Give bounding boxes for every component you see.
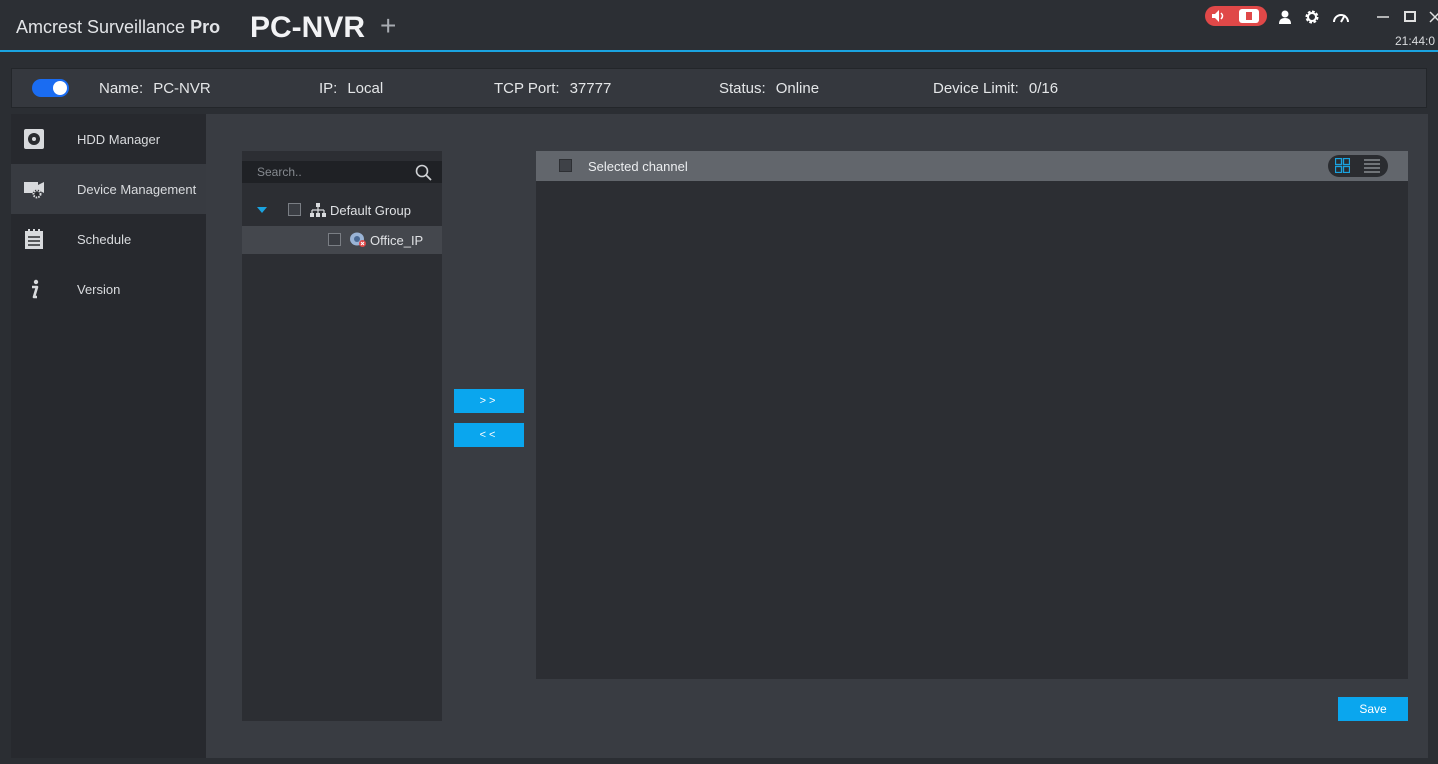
device-management-icon [24, 182, 44, 199]
device-tree-panel: Default Group Office_IP [242, 151, 442, 721]
add-tab-button[interactable]: + [380, 12, 396, 40]
selected-channel-label: Selected channel [588, 159, 688, 174]
clock: 21:44:0 [1395, 34, 1436, 48]
selected-channel-header: Selected channel [536, 151, 1408, 181]
sidebar-item-hdd-manager[interactable]: HDD Manager [11, 114, 206, 164]
search-icon[interactable] [415, 164, 432, 181]
add-channel-button[interactable]: >> [454, 389, 524, 413]
device-status: Status: Online [719, 80, 820, 97]
group-label: Default Group [330, 203, 411, 218]
app-brand: Amcrest Surveillance Pro [16, 17, 221, 37]
user-icon[interactable] [1276, 8, 1294, 26]
group-checkbox[interactable] [288, 203, 301, 216]
select-all-checkbox[interactable] [559, 159, 572, 172]
sidebar-item-schedule[interactable]: Schedule [11, 214, 206, 264]
search-box [242, 161, 442, 183]
device-checkbox[interactable] [328, 233, 341, 246]
device-limit: Device Limit: 0/16 [933, 80, 1059, 97]
device-offline-icon [350, 232, 366, 247]
main-content: Default Group Office_IP >> << Selected c… [206, 114, 1428, 758]
expand-caret-icon[interactable] [257, 207, 267, 213]
sidebar-item-label: HDD Manager [77, 132, 161, 147]
device-label: Office_IP [370, 233, 424, 248]
sidebar-item-device-management[interactable]: Device Management [11, 164, 206, 214]
search-input[interactable] [242, 161, 412, 183]
info-icon [32, 279, 39, 299]
alarm-toggle[interactable] [1205, 6, 1267, 26]
device-enable-toggle[interactable] [32, 79, 69, 97]
sidebar-item-label: Version [77, 282, 121, 297]
save-button[interactable]: Save [1338, 697, 1408, 721]
hdd-icon [24, 129, 44, 149]
tab-underline [0, 50, 1438, 52]
sidebar-item-label: Device Management [77, 182, 197, 197]
tree-group-row[interactable]: Default Group [242, 196, 442, 224]
tab-pc-nvr[interactable]: PC-NVR [250, 11, 365, 45]
device-tcp-port: TCP Port: 37777 [494, 80, 612, 97]
view-mode-toggle [1328, 155, 1388, 177]
sidebar: HDD Manager Device Management Schedule V… [11, 114, 206, 758]
minimize-icon[interactable] [1374, 8, 1392, 26]
device-ip: IP: Local [319, 80, 384, 97]
schedule-icon [25, 229, 43, 249]
sidebar-item-label: Schedule [77, 232, 132, 247]
title-bar: Amcrest Surveillance Pro PC-NVR + 21:44:… [0, 0, 1438, 52]
performance-icon[interactable] [1332, 8, 1350, 26]
selected-channel-panel: Selected channel [536, 151, 1408, 679]
gear-icon[interactable] [1303, 8, 1321, 26]
grid-view-icon[interactable] [1335, 158, 1350, 173]
list-view-icon[interactable] [1364, 159, 1380, 173]
group-tree-icon [310, 203, 326, 217]
remove-channel-button[interactable]: << [454, 423, 524, 447]
device-name: Name: PC-NVR [99, 80, 211, 97]
sidebar-item-version[interactable]: Version [11, 264, 206, 314]
tree-device-row[interactable]: Office_IP [242, 226, 442, 254]
close-icon[interactable] [1428, 8, 1438, 26]
device-info-bar: Name: PC-NVR IP: Local TCP Port: 37777 Stat… [11, 68, 1427, 108]
maximize-icon[interactable] [1401, 8, 1419, 26]
record-icon [1239, 9, 1259, 23]
speaker-icon [1212, 10, 1224, 22]
